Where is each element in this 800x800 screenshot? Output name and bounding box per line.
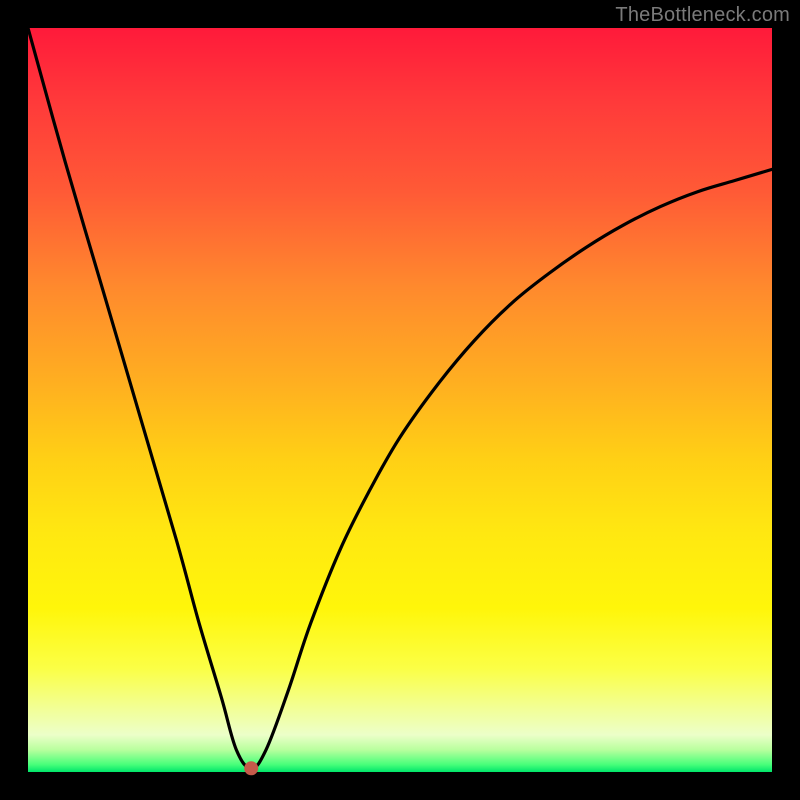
bottleneck-curve [28,28,772,772]
minimum-marker [244,761,258,775]
curve-path [28,28,772,768]
chart-frame: TheBottleneck.com [0,0,800,800]
watermark-text: TheBottleneck.com [615,4,790,27]
plot-area [28,28,772,772]
